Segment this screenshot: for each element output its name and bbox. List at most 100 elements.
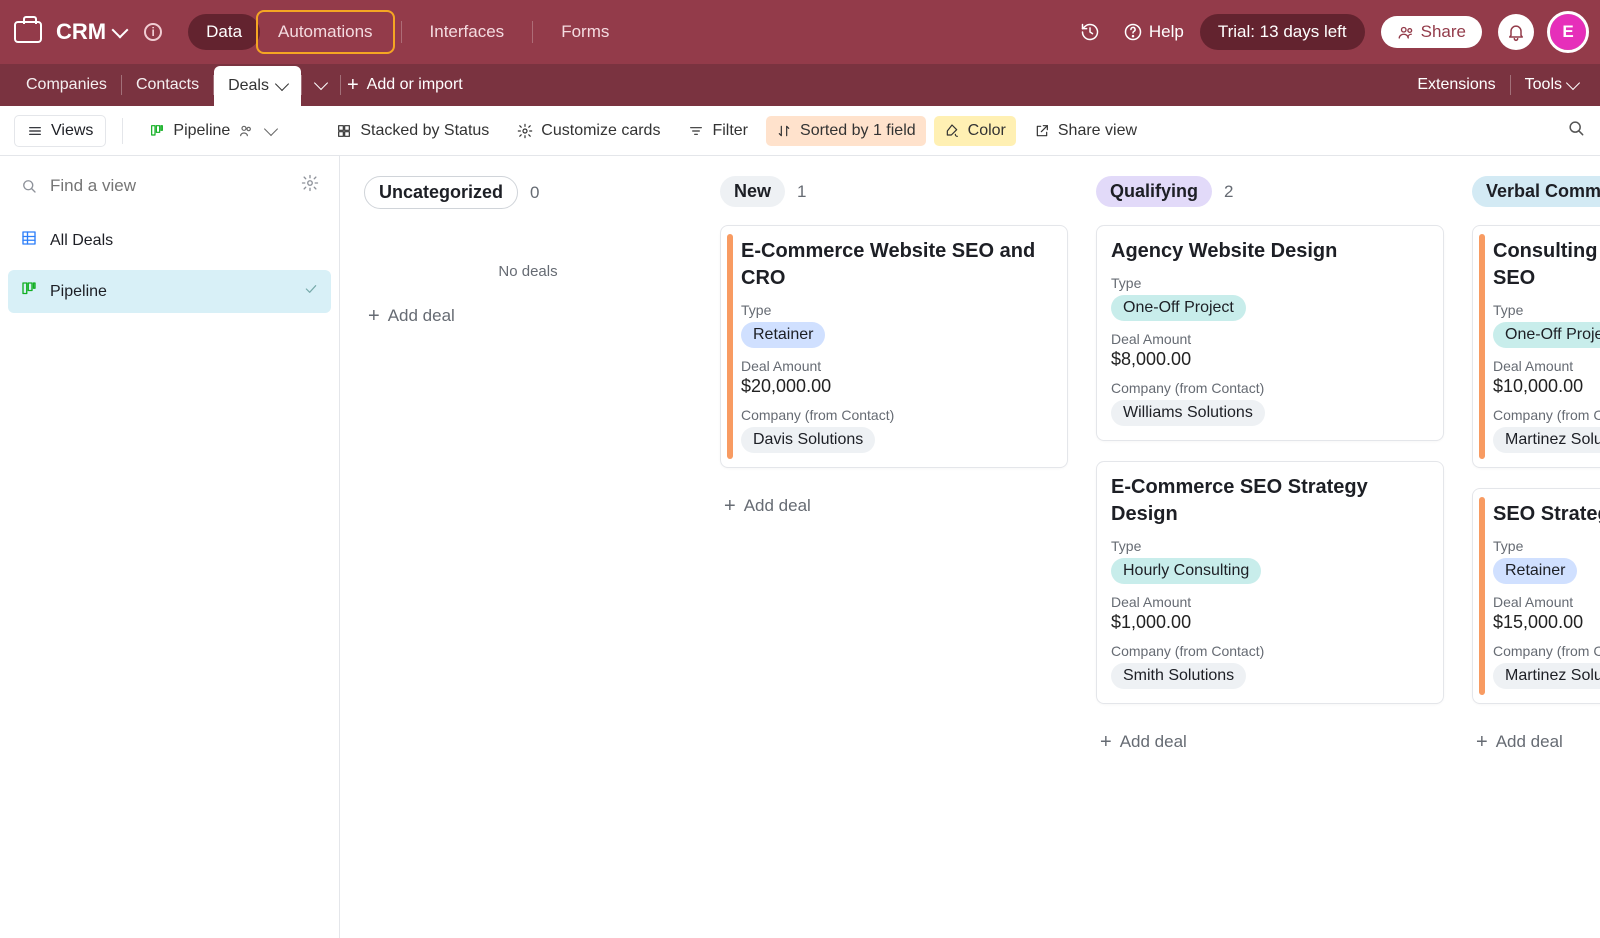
view-all-deals[interactable]: All Deals (8, 219, 331, 262)
notifications-button[interactable] (1498, 14, 1534, 50)
table-deals-active[interactable]: Deals (214, 66, 301, 106)
table-menu-caret[interactable] (302, 64, 340, 106)
type-tag: One-Off Project (1493, 322, 1600, 348)
share-label: Share (1421, 22, 1466, 42)
column-name: Uncategorized (364, 176, 518, 209)
company-tag: Martinez Solutions (1493, 427, 1600, 453)
deal-card[interactable]: E-Commerce Website SEO and CROTypeRetain… (720, 225, 1068, 468)
column-name: Qualifying (1096, 176, 1212, 207)
column-header[interactable]: Uncategorized0 (364, 176, 692, 209)
find-view-input[interactable] (48, 175, 291, 197)
plus-icon: + (368, 306, 380, 326)
add-deal-button[interactable]: +Add deal (364, 298, 692, 334)
check-icon (303, 281, 319, 302)
column-header[interactable]: Verbal Commit (1472, 176, 1600, 207)
field-label-company: Company (from Contact) (1111, 380, 1429, 396)
deal-amount: $1,000.00 (1111, 612, 1429, 633)
kanban-board[interactable]: Uncategorized0No deals+Add dealNew1E-Com… (340, 156, 1600, 938)
info-icon[interactable]: i (144, 23, 162, 41)
sort-button[interactable]: Sorted by 1 field (766, 116, 926, 146)
tools-label: Tools (1525, 76, 1562, 94)
table-companies[interactable]: Companies (12, 64, 121, 106)
nav-automations[interactable]: Automations (260, 14, 391, 50)
add-deal-label: Add deal (1496, 732, 1563, 752)
deal-card[interactable]: E-Commerce SEO Strategy DesignTypeHourly… (1096, 461, 1444, 704)
plus-icon: + (1476, 732, 1488, 752)
filter-label: Filter (712, 122, 748, 140)
gear-icon[interactable] (301, 174, 319, 197)
chevron-down-icon (314, 76, 328, 90)
add-deal-button[interactable]: + Add deal (1472, 724, 1600, 760)
empty-state: No deals (364, 227, 692, 298)
deal-card[interactable]: SEO Strategy Consulting Type Retainer Deal … (1472, 488, 1600, 704)
column-header[interactable]: Qualifying2 (1096, 176, 1444, 207)
type-tag: Hourly Consulting (1111, 558, 1261, 584)
field-label-amount: Deal Amount (1493, 594, 1600, 610)
tools-menu[interactable]: Tools (1525, 76, 1578, 94)
kanban-icon (20, 280, 38, 303)
divider (122, 118, 123, 144)
customize-label: Customize cards (541, 122, 660, 140)
column-count: 1 (797, 182, 806, 202)
add-import-label: Add or import (367, 76, 463, 94)
stacked-label: Stacked by Status (360, 122, 489, 140)
card-title: SEO Strategy Consulting (1493, 501, 1600, 528)
chevron-down-icon (1566, 76, 1580, 90)
current-view-chip[interactable]: Pipeline (139, 116, 286, 146)
field-label-type: Type (1493, 538, 1600, 554)
nav-data[interactable]: Data (188, 14, 260, 50)
color-label: Color (968, 122, 1006, 140)
workspace-switcher[interactable]: CRM (56, 19, 132, 45)
deal-card[interactable]: Consulting Agency Website and SEO Type One… (1472, 225, 1600, 468)
chevron-down-icon (275, 77, 289, 91)
search-button[interactable] (1566, 118, 1586, 143)
views-sidebar: All Deals Pipeline (0, 156, 340, 938)
help-button[interactable]: Help (1123, 22, 1184, 42)
field-label-type: Type (1493, 302, 1600, 318)
type-tag: Retainer (1493, 558, 1577, 584)
field-label-amount: Deal Amount (1111, 331, 1429, 347)
history-icon[interactable] (1073, 15, 1107, 49)
field-label-type: Type (1111, 275, 1429, 291)
field-label-type: Type (741, 302, 1053, 318)
kanban-column: New1E-Commerce Website SEO and CROTypeRe… (720, 176, 1068, 524)
company-tag: Smith Solutions (1111, 663, 1246, 689)
nav-forms[interactable]: Forms (543, 14, 627, 50)
deal-card[interactable]: Agency Website DesignTypeOne-Off Project… (1096, 225, 1444, 441)
kanban-column: Verbal Commit Consulting Agency Website a… (1472, 176, 1600, 760)
divider (1510, 75, 1511, 95)
customize-button[interactable]: Customize cards (507, 116, 670, 146)
column-header[interactable]: New1 (720, 176, 1068, 207)
add-or-import[interactable]: + Add or import (347, 74, 463, 97)
avatar[interactable]: E (1550, 14, 1586, 50)
field-label-company: Company (from Contact) (1111, 643, 1429, 659)
table-contacts[interactable]: Contacts (122, 64, 213, 106)
divider (401, 21, 402, 43)
field-label-amount: Deal Amount (1493, 358, 1600, 374)
plus-icon: + (724, 496, 736, 516)
view-pipeline[interactable]: Pipeline (8, 270, 331, 313)
field-label-company: Company (from Contact) (741, 407, 1053, 423)
kanban-column: Uncategorized0 No deals+Add deal (364, 176, 692, 334)
color-button[interactable]: Color (934, 116, 1016, 146)
views-toggle[interactable]: Views (14, 115, 106, 147)
field-label-amount: Deal Amount (741, 358, 1053, 374)
share-button[interactable]: Share (1381, 16, 1482, 48)
stacked-button[interactable]: Stacked by Status (326, 116, 499, 146)
deal-amount: $20,000.00 (741, 376, 1053, 397)
trial-badge[interactable]: Trial: 13 days left (1200, 14, 1365, 50)
card-title: Consulting Agency Website and SEO (1493, 238, 1600, 292)
chevron-down-icon (112, 22, 129, 39)
card-title: E-Commerce Website SEO and CRO (741, 238, 1053, 292)
extensions-link[interactable]: Extensions (1417, 76, 1495, 94)
add-deal-button[interactable]: +Add deal (720, 488, 1068, 524)
filter-button[interactable]: Filter (678, 116, 758, 146)
add-deal-button[interactable]: +Add deal (1096, 724, 1444, 760)
company-tag: Davis Solutions (741, 427, 875, 453)
table-deals-label: Deals (228, 77, 269, 95)
find-view[interactable] (12, 168, 327, 203)
field-label-type: Type (1111, 538, 1429, 554)
nav-interfaces[interactable]: Interfaces (412, 14, 523, 50)
field-label-amount: Deal Amount (1111, 594, 1429, 610)
share-view-button[interactable]: Share view (1024, 116, 1147, 146)
